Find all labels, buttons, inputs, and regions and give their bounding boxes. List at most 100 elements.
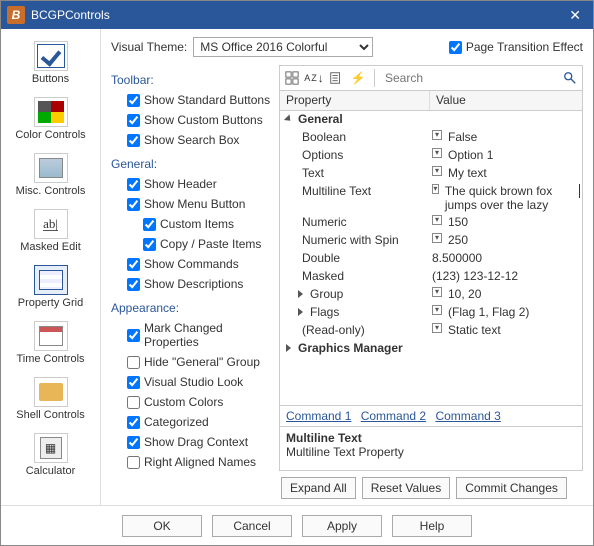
desc-body: Multiline Text Property <box>286 445 576 459</box>
opt-hide-general[interactable]: Hide "General" Group <box>111 355 271 369</box>
opt-descriptions[interactable]: Show Descriptions <box>111 277 271 291</box>
command-link[interactable]: Command 2 <box>361 409 426 423</box>
sidebar-item-time-controls[interactable]: Time Controls <box>6 317 96 369</box>
sidebar-item-masked-edit[interactable]: ab|Masked Edit <box>6 205 96 257</box>
opt-search-box[interactable]: Show Search Box <box>111 133 271 147</box>
expand-icon[interactable] <box>286 344 291 352</box>
dropdown-icon[interactable]: ▾ <box>432 287 442 297</box>
lightning-icon[interactable]: ⚡ <box>350 70 366 86</box>
dropdown-icon[interactable]: ▾ <box>432 148 442 158</box>
theme-label: Visual Theme: <box>111 40 187 54</box>
dropdown-icon[interactable]: ▾ <box>432 233 442 243</box>
palette-icon <box>38 101 64 123</box>
window-title: BCGPControls <box>31 8 110 22</box>
dropdown-icon[interactable]: ▾ <box>432 305 442 315</box>
opt-show-header[interactable]: Show Header <box>111 177 271 191</box>
menu-icon[interactable] <box>328 70 344 86</box>
prop-value[interactable]: (Flag 1, Flag 2) <box>448 305 529 319</box>
sidebar-item-shell-controls[interactable]: Shell Controls <box>6 373 96 425</box>
prop-name[interactable]: Double <box>280 250 430 266</box>
help-button[interactable]: Help <box>392 515 472 537</box>
group-general: General <box>298 112 343 126</box>
sidebar-item-calculator[interactable]: ▦Calculator <box>6 429 96 481</box>
prop-name[interactable]: Group <box>310 287 343 301</box>
section-appearance: Appearance: <box>111 301 271 315</box>
grid-body[interactable]: General Boolean▾False Options▾Option 1 T… <box>279 111 583 406</box>
theme-select[interactable]: MS Office 2016 Colorful <box>193 37 373 57</box>
folder-icon <box>39 383 63 401</box>
dialog-footer: OK Cancel Apply Help <box>1 505 593 545</box>
prop-name[interactable]: Multiline Text <box>280 183 430 199</box>
opt-right-aligned[interactable]: Right Aligned Names <box>111 455 271 469</box>
prop-value[interactable]: Option 1 <box>448 148 493 162</box>
grid-icon <box>39 270 63 290</box>
dropdown-icon[interactable]: ▾ <box>432 184 439 194</box>
prop-name[interactable]: Masked <box>280 268 430 284</box>
expand-icon[interactable] <box>298 308 303 316</box>
prop-name[interactable]: Numeric with Spin <box>280 232 430 248</box>
expand-icon[interactable] <box>284 114 293 123</box>
dropdown-icon[interactable]: ▾ <box>432 130 442 140</box>
search-input[interactable] <box>383 69 556 87</box>
prop-name[interactable]: Flags <box>310 305 339 319</box>
page-transition-checkbox[interactable]: Page Transition Effect <box>449 40 583 54</box>
prop-value: Static text <box>448 323 501 337</box>
dropdown-icon[interactable]: ▾ <box>432 215 442 225</box>
prop-value[interactable]: 10, 20 <box>448 287 481 301</box>
reset-values-button[interactable]: Reset Values <box>362 477 450 499</box>
titlebar: B BCGPControls ✕ <box>1 1 593 29</box>
prop-value[interactable]: 250 <box>448 233 468 247</box>
opt-vs-look[interactable]: Visual Studio Look <box>111 375 271 389</box>
opt-mark-changed[interactable]: Mark Changed Properties <box>111 321 271 349</box>
opt-standard-buttons[interactable]: Show Standard Buttons <box>111 93 271 107</box>
property-grid: AZ↓ ⚡ Property Value General Boolean▾Fal… <box>279 65 583 499</box>
prop-name[interactable]: Options <box>280 147 430 163</box>
grid-header: Property Value <box>279 91 583 111</box>
expand-all-button[interactable]: Expand All <box>281 477 356 499</box>
calculator-icon: ▦ <box>40 437 62 459</box>
prop-value[interactable]: 150 <box>448 215 468 229</box>
header-value: Value <box>430 91 582 110</box>
misc-icon <box>39 158 63 178</box>
nav-sidebar: Buttons Color Controls Misc. Controls ab… <box>1 29 101 505</box>
dropdown-icon: ▾ <box>432 323 442 333</box>
opt-categorized[interactable]: Categorized <box>111 415 271 429</box>
prop-value[interactable]: My text <box>448 166 487 180</box>
cancel-button[interactable]: Cancel <box>212 515 292 537</box>
opt-drag-context[interactable]: Show Drag Context <box>111 435 271 449</box>
options-panel: Toolbar: Show Standard Buttons Show Cust… <box>111 65 271 499</box>
prop-value[interactable]: 8.500000 <box>432 251 482 265</box>
prop-value[interactable]: (123) 123-12-12 <box>432 269 518 283</box>
opt-commands[interactable]: Show Commands <box>111 257 271 271</box>
ab-icon: ab| <box>43 217 58 231</box>
opt-copy-paste[interactable]: Copy / Paste Items <box>111 237 271 251</box>
prop-name[interactable]: Numeric <box>280 214 430 230</box>
desc-title: Multiline Text <box>286 431 576 445</box>
prop-name: (Read-only) <box>280 322 430 338</box>
opt-menu-button[interactable]: Show Menu Button <box>111 197 271 211</box>
categorize-icon[interactable] <box>284 70 300 86</box>
opt-custom-items[interactable]: Custom Items <box>111 217 271 231</box>
sort-icon[interactable]: AZ↓ <box>306 70 322 86</box>
expand-icon[interactable] <box>298 290 303 298</box>
sidebar-item-property-grid[interactable]: Property Grid <box>6 261 96 313</box>
opt-custom-colors[interactable]: Custom Colors <box>111 395 271 409</box>
sidebar-item-misc-controls[interactable]: Misc. Controls <box>6 149 96 201</box>
prop-value[interactable]: The quick brown fox jumps over the lazy <box>445 184 574 213</box>
prop-name[interactable]: Boolean <box>280 129 430 145</box>
sidebar-item-buttons[interactable]: Buttons <box>6 37 96 89</box>
calendar-icon <box>39 326 63 346</box>
dropdown-icon[interactable]: ▾ <box>432 166 442 176</box>
command-link[interactable]: Command 1 <box>286 409 351 423</box>
prop-value[interactable]: False <box>448 130 477 144</box>
apply-button[interactable]: Apply <box>302 515 382 537</box>
command-link[interactable]: Command 3 <box>435 409 500 423</box>
opt-custom-buttons[interactable]: Show Custom Buttons <box>111 113 271 127</box>
prop-name[interactable]: Text <box>280 165 430 181</box>
commit-changes-button[interactable]: Commit Changes <box>456 477 567 499</box>
close-icon[interactable]: ✕ <box>563 7 587 24</box>
sidebar-item-color-controls[interactable]: Color Controls <box>6 93 96 145</box>
ok-button[interactable]: OK <box>122 515 202 537</box>
dialog-window: B BCGPControls ✕ Buttons Color Controls … <box>0 0 594 546</box>
search-icon[interactable] <box>562 70 578 86</box>
